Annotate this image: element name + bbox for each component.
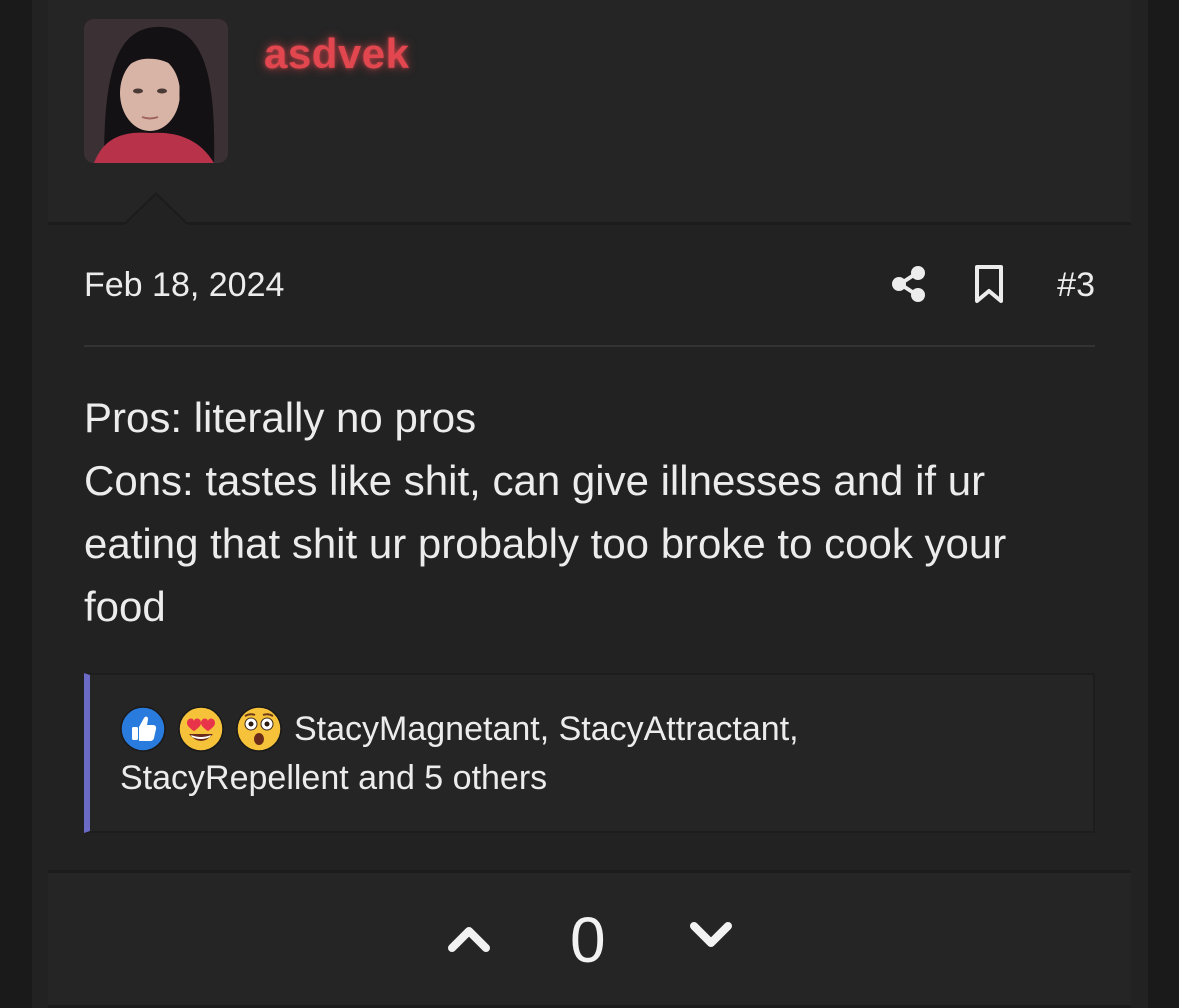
- post-number-link[interactable]: #3: [1057, 266, 1095, 305]
- reaction-users: StacyMagnetant, StacyAttractant,: [294, 709, 799, 748]
- reactions-bar[interactable]: StacyMagnetant, StacyAttractant, StacyRe…: [84, 673, 1095, 833]
- post-date[interactable]: Feb 18, 2024: [84, 266, 284, 305]
- post-body: Pros: literally no pros Cons: tastes lik…: [84, 386, 1114, 638]
- vote-count: 0: [570, 904, 606, 976]
- heart-eyes-icon: [178, 706, 224, 752]
- astonished-icon: [236, 706, 282, 752]
- post-body-line: Pros: literally no pros: [84, 394, 477, 441]
- divider: [84, 345, 1095, 347]
- post-body-line: food: [84, 583, 166, 630]
- bookmark-icon[interactable]: [972, 264, 1006, 304]
- header-pointer-inner: [124, 195, 188, 226]
- like-icon: [120, 706, 166, 752]
- upvote-chevron-up-icon[interactable]: [446, 920, 492, 954]
- post-body-line: eating that shit ur probably too broke t…: [84, 520, 1007, 567]
- vote-bar: 0: [48, 870, 1131, 1008]
- reactions-line: StacyMagnetant, StacyAttractant,: [120, 705, 799, 753]
- post-body-line: Cons: tastes like shit, can give illness…: [84, 457, 986, 504]
- avatar[interactable]: [84, 19, 228, 163]
- username[interactable]: asdvek: [264, 30, 409, 78]
- downvote-chevron-down-icon[interactable]: [688, 920, 734, 954]
- reaction-users-more: StacyRepellent and 5 others: [120, 759, 548, 797]
- post-meta: Feb 18, 2024 #3: [84, 262, 1095, 308]
- share-icon[interactable]: [889, 264, 929, 304]
